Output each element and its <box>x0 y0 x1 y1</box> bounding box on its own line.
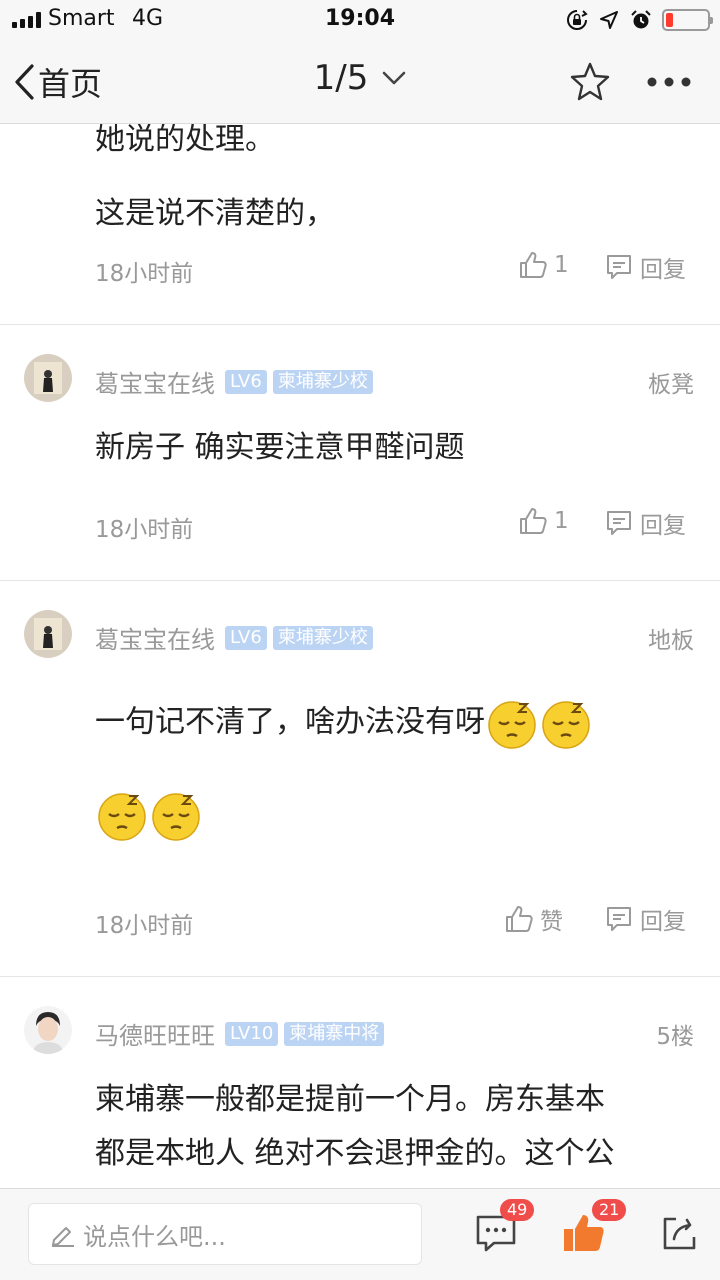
user-info: 葛宝宝在线 LV6 柬埔寨少校 <box>95 364 373 399</box>
like-button[interactable]: 1 <box>518 506 569 536</box>
post-time: 18小时前 <box>95 517 194 543</box>
avatar[interactable] <box>24 1006 72 1054</box>
star-icon[interactable] <box>568 60 612 104</box>
status-icons <box>566 8 713 32</box>
like-button[interactable]: 赞 <box>504 902 563 936</box>
user-info: 马德旺旺旺 LV10 柬埔寨中将 <box>95 1016 385 1051</box>
reply-label: 回复 <box>640 257 686 283</box>
comment-text: 一句记不清了，啥办法没有呀 <box>95 696 593 750</box>
sleepy-emoji-icon <box>488 701 536 749</box>
comment-list[interactable]: 她说的处理。 这是说不清楚的， 18小时前 1 回复 葛宝宝在线 LV6 柬埔寨… <box>0 124 720 1188</box>
comment-text: 新房子 确实要注意甲醛问题 <box>95 430 465 465</box>
battery-icon <box>662 9 713 31</box>
comment-text-body: 一句记不清了，啥办法没有呀 <box>95 704 485 740</box>
thumb-up-icon <box>520 252 547 278</box>
comment-placeholder: 说点什么吧... <box>83 1222 226 1251</box>
post-text-line: 这是说不清楚的， <box>95 196 335 231</box>
username[interactable]: 马德旺旺旺 <box>95 1016 215 1051</box>
comment-text-line: 柬埔寨一般都是提前一个月。房东基本 <box>95 1082 605 1117</box>
reply-label: 回复 <box>640 909 686 935</box>
sleepy-emoji-icon <box>152 793 200 841</box>
comment-input[interactable]: 说点什么吧... <box>28 1203 422 1265</box>
bottom-bar: 说点什么吧... 49 21 <box>0 1188 720 1280</box>
sleepy-emoji-icon <box>542 701 590 749</box>
reply-icon <box>607 907 631 931</box>
username[interactable]: 葛宝宝在线 <box>95 620 215 655</box>
lock-rotation-icon <box>567 10 588 30</box>
nav-bar: 首页 1/5 <box>0 40 720 124</box>
rank-badge: 柬埔寨少校 <box>272 625 373 650</box>
level-badge: LV6 <box>225 625 267 650</box>
more-icon[interactable] <box>644 60 694 104</box>
divider <box>0 324 720 325</box>
floor-label: 5楼 <box>656 1024 694 1050</box>
post-time: 18小时前 <box>95 913 194 939</box>
thumb-up-icon <box>506 906 533 932</box>
like-post-button[interactable]: 21 <box>562 1199 627 1259</box>
sleepy-emoji-icon <box>98 793 146 841</box>
avatar[interactable] <box>24 610 72 658</box>
comment-text-line: 都是本地人 绝对不会退押金的。这个公 <box>95 1136 615 1171</box>
like-count-badge: 21 <box>592 1199 627 1221</box>
reply-button[interactable]: 回复 <box>604 506 686 540</box>
reply-icon <box>607 255 631 279</box>
location-icon <box>600 11 618 29</box>
reply-icon <box>607 511 631 535</box>
like-count: 1 <box>554 252 569 278</box>
post-text-line: 她说的处理。 <box>95 124 275 157</box>
chevron-down-icon <box>383 71 406 85</box>
level-badge: LV10 <box>225 1021 279 1046</box>
thumb-up-icon <box>520 508 547 534</box>
comments-button[interactable]: 49 <box>472 1199 535 1259</box>
alarm-icon <box>631 10 651 29</box>
like-button[interactable]: 1 <box>518 250 569 280</box>
like-label: 赞 <box>540 909 563 935</box>
reply-label: 回复 <box>640 513 686 539</box>
level-badge: LV6 <box>225 369 267 394</box>
divider <box>0 580 720 581</box>
share-button[interactable] <box>660 1207 712 1259</box>
post-time: 18小时前 <box>95 261 194 287</box>
page-selector[interactable]: 1/5 <box>0 58 720 98</box>
status-bar: Smart 4G 19:04 <box>0 0 720 40</box>
rank-badge: 柬埔寨少校 <box>272 369 373 394</box>
like-count: 1 <box>554 508 569 534</box>
floor-label: 板凳 <box>648 372 694 398</box>
divider <box>0 976 720 977</box>
avatar[interactable] <box>24 354 72 402</box>
reply-button[interactable]: 回复 <box>604 902 686 936</box>
username[interactable]: 葛宝宝在线 <box>95 364 215 399</box>
reply-button[interactable]: 回复 <box>604 250 686 284</box>
emoji-row <box>95 788 203 842</box>
share-icon <box>663 1217 696 1250</box>
page-indicator: 1/5 <box>313 58 369 98</box>
pencil-icon <box>52 1227 74 1247</box>
floor-label: 地板 <box>648 628 694 654</box>
user-info: 葛宝宝在线 LV6 柬埔寨少校 <box>95 620 373 655</box>
comment-count-badge: 49 <box>500 1199 535 1221</box>
rank-badge: 柬埔寨中将 <box>284 1021 385 1046</box>
